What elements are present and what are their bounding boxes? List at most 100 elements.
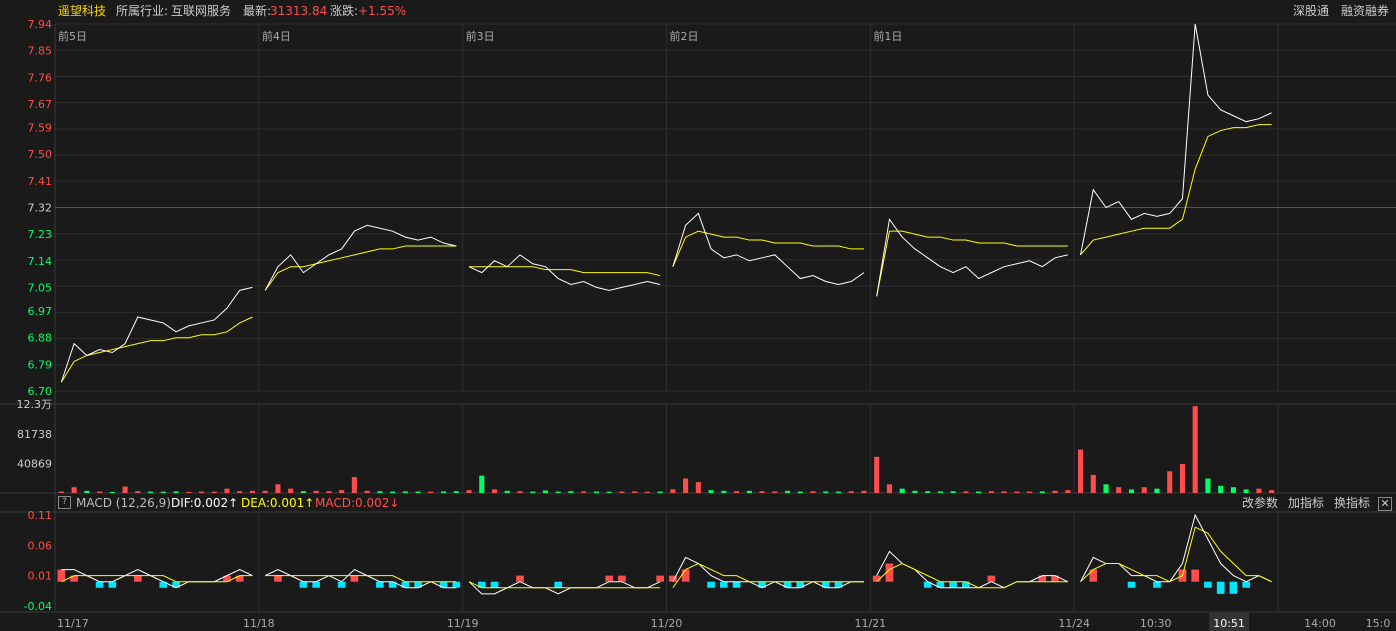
volume-bar (899, 488, 905, 493)
volume-bar (1154, 488, 1160, 493)
macd-histogram-bar (1242, 581, 1250, 588)
dif-line (1080, 513, 1272, 583)
volume-bar (1167, 471, 1173, 493)
volume-bar (237, 491, 243, 493)
price-tick-label: 7.05 (28, 281, 53, 294)
volume-bar (58, 491, 64, 493)
volume-bar (950, 491, 956, 493)
volume-bar (670, 489, 676, 493)
volume-bar (606, 491, 612, 493)
close-icon[interactable]: ✕ (1378, 497, 1392, 511)
volume-bar (453, 491, 459, 493)
chart-grid (0, 23, 1396, 613)
volume-bar (632, 491, 638, 493)
volume-bar (759, 491, 765, 493)
volume-bar (912, 490, 918, 493)
volume-bar (71, 487, 77, 493)
avg-price-line (672, 230, 864, 267)
macd-tick-label: 0.06 (28, 539, 53, 552)
volume-bar (339, 490, 345, 493)
time-axis: 11/17 11/18 11/19 11/20 11/21 11/24 10:30 10:51… (57, 613, 1390, 631)
price-tick-label: 7.67 (28, 98, 53, 111)
volume-bar (746, 490, 752, 493)
dif-value: DIF:0.002↑ (171, 496, 239, 510)
change-params-button[interactable]: 改参数 (1242, 494, 1278, 512)
price-tick-label: 7.59 (28, 122, 53, 135)
volume-bar (963, 491, 969, 493)
volume-bar (249, 490, 256, 493)
volume-bar (147, 491, 154, 493)
volume-bar (160, 491, 166, 493)
volume-bar (224, 488, 230, 493)
volume-tick-label: 81738 (17, 428, 52, 441)
macd-indicator-bar: ? MACD (12,26,9) DIF:0.002↑ DEA:0.001↑ M… (0, 494, 1396, 512)
volume-bar (784, 490, 791, 493)
macd-histogram-bar (707, 581, 715, 588)
macd-tick-label: 0.01 (28, 570, 53, 583)
volume-bar (1256, 488, 1262, 493)
volume-bar (1103, 484, 1109, 493)
volume-bar (211, 491, 217, 493)
add-indicator-button[interactable]: 加指标 (1288, 494, 1324, 512)
volume-bar (683, 478, 689, 493)
dea-line (1080, 526, 1272, 583)
time-tick-label: 11/24 (1058, 617, 1090, 630)
day-label: 前3日 (466, 29, 495, 43)
macd-histogram-bar (516, 575, 524, 582)
switch-indicator-button[interactable]: 换指标 (1334, 494, 1370, 512)
macd-histogram-bar (337, 581, 346, 588)
volume-tick-label: 40869 (17, 457, 52, 470)
volume-bar (861, 490, 867, 493)
time-tick-label: 10:51 (1213, 617, 1245, 630)
volume-bar (479, 475, 485, 493)
volume-bar (1179, 464, 1186, 493)
macd-histogram-bar (720, 581, 728, 588)
macd-histogram-bar (1216, 581, 1225, 594)
macd-histogram-bar (490, 581, 499, 588)
volume-bar (797, 491, 803, 493)
volume-bar (695, 482, 701, 493)
volume-bar (835, 491, 842, 493)
volume-bar (1205, 478, 1211, 493)
volume-bar (1141, 487, 1147, 493)
help-icon[interactable]: ? (58, 496, 71, 509)
macd-histogram-bar (312, 581, 320, 588)
volume-bar (122, 486, 128, 493)
volume-bar (275, 484, 281, 493)
volume-bar (708, 490, 714, 493)
macd-histogram-bar (299, 581, 308, 588)
macd-histogram-bar (1204, 581, 1212, 588)
time-tick-label: 10:30 (1140, 617, 1172, 630)
price-line (1080, 23, 1272, 255)
price-tick-label: 6.79 (28, 358, 53, 371)
volume-bar (364, 490, 370, 493)
macd-histogram-bar (350, 575, 359, 582)
macd-histogram-bar (95, 581, 104, 588)
price-tick-label: 6.97 (28, 305, 53, 318)
volume-bar (937, 491, 943, 493)
volume-bar (874, 456, 880, 493)
volume-bar (173, 491, 179, 493)
volume-bar (504, 490, 510, 493)
volume-bar (466, 490, 472, 493)
volume-bar (1230, 487, 1236, 493)
volume-bar (848, 491, 854, 493)
macd-histogram-bar (1127, 581, 1136, 588)
dif-line (264, 568, 457, 589)
volume-bar (772, 491, 778, 493)
time-tick-label: 15:0 (1366, 617, 1391, 630)
macd-histogram-bar (605, 575, 613, 582)
volume-bar (555, 491, 561, 493)
avg-price-line (1080, 124, 1272, 256)
volume-bar (377, 491, 383, 493)
volume-bar (542, 490, 549, 493)
volume-bar (1218, 485, 1224, 493)
volume-bar (619, 491, 625, 493)
volume-bar (84, 490, 90, 493)
volume-bar (351, 477, 357, 493)
volume-bar (1128, 489, 1135, 493)
volume-bar (1014, 491, 1020, 493)
volume-bar (976, 491, 982, 493)
intraday-chart[interactable]: 7.94 7.85 7.76 7.67 7.59 7.50 7.41 7.32 7.23 7.14… (0, 0, 1396, 631)
volume-bar (1001, 491, 1007, 493)
